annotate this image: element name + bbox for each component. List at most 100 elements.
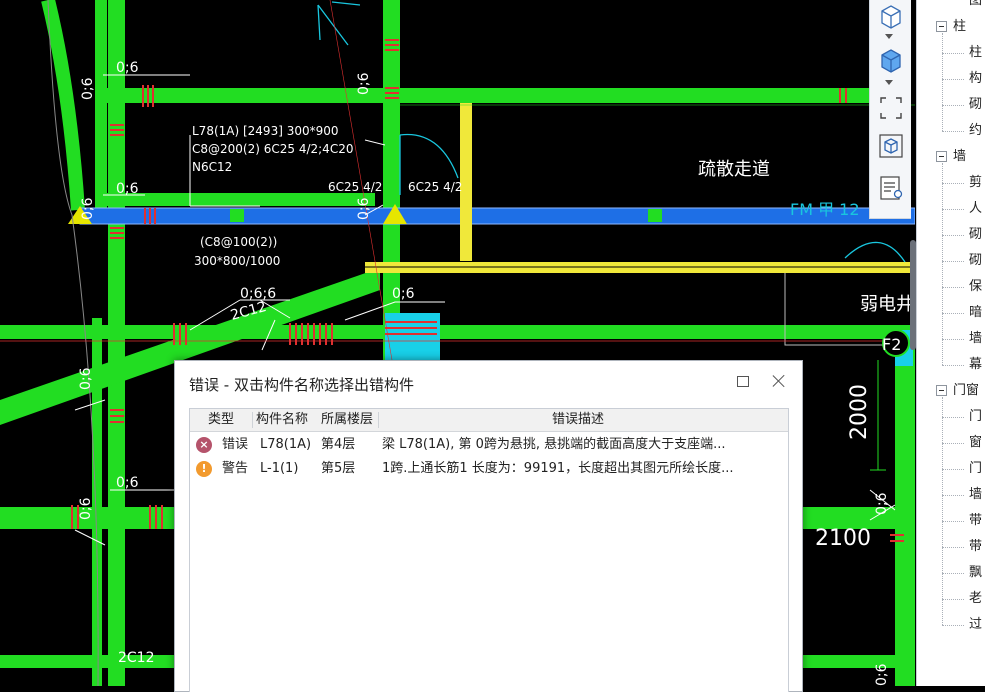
tree-item[interactable]: 带 <box>917 508 985 534</box>
tree-connector <box>942 163 943 365</box>
beam-side-bar-label[interactable]: N6C12 <box>192 160 232 174</box>
tree-item[interactable]: 构 <box>917 66 985 92</box>
fm-tag-label: FM 甲 12 <box>790 200 860 219</box>
column-header-floor[interactable]: 所属楼层 <box>321 409 373 431</box>
dim-2000-label: 2000 <box>847 384 872 440</box>
column-header-desc[interactable]: 错误描述 <box>552 409 604 431</box>
tree-item[interactable]: 老 <box>917 586 985 612</box>
error-cell-name[interactable]: L78(1A) <box>260 433 320 457</box>
wall-thickness-label: 0;6 <box>116 475 139 491</box>
collapse-toggle-icon[interactable] <box>936 151 947 162</box>
tree-category-label: 门窗 <box>953 383 980 398</box>
column-divider[interactable] <box>378 412 379 428</box>
tree-item-label: 带 <box>969 513 983 528</box>
tree-item-label: 门 <box>969 461 983 476</box>
tree-connector <box>942 365 964 366</box>
chevron-down-icon[interactable] <box>885 34 893 39</box>
warning-icon: ! <box>196 461 212 477</box>
tree-connector <box>942 235 964 236</box>
view-toolbar <box>869 0 911 219</box>
rebar-right-label[interactable]: 6C25 4/2 <box>408 180 462 194</box>
error-cell-name[interactable]: L-1(1) <box>260 457 320 481</box>
tree-connector <box>942 547 964 548</box>
orig-section-label[interactable]: 300*800/1000 <box>194 254 280 268</box>
beam-stirrup-label[interactable]: C8@200(2) 6C25 4/2;4C20 <box>192 142 353 156</box>
maximize-icon[interactable] <box>737 376 749 387</box>
error-row[interactable]: ! 警告 L-1(1) 第5层 1跨.上通长筋1 长度为：99191，长度超出其图元所绘… <box>190 457 788 481</box>
component-tree: 图柱柱构砌约墙剪人砌砌保暗墙幕门窗门窗门墙带带飘老过 <box>916 0 985 686</box>
tree-item-label: 窗 <box>969 435 983 450</box>
elec-shaft-label: 弱电井 <box>860 294 914 315</box>
blue-box-icon <box>881 49 901 73</box>
orig-stirrup-label[interactable]: (C8@100(2)) <box>200 235 277 249</box>
tree-connector <box>942 33 943 131</box>
tree-item[interactable]: 砌 <box>917 92 985 118</box>
collapse-toggle-icon[interactable] <box>936 21 947 32</box>
tree-item[interactable]: 过 <box>917 612 985 638</box>
column-header-type[interactable]: 类型 <box>208 409 234 431</box>
error-list-header: 类型 构件名称 所属楼层 错误描述 <box>190 409 788 432</box>
error-row[interactable]: × 错误 L78(1A) 第4层 梁 L78(1A), 第 0跨为悬挑, 悬挑端的截面高… <box>190 433 788 457</box>
tree-item[interactable]: 砌 <box>917 222 985 248</box>
tree-item[interactable]: 墙 <box>917 482 985 508</box>
cyan-column[interactable] <box>385 313 440 363</box>
tree-item-label: 带 <box>969 539 983 554</box>
error-cell-floor: 第4层 <box>321 437 356 452</box>
tree-item-label: 暗 <box>969 305 983 320</box>
tree-item[interactable]: 图 <box>917 0 985 14</box>
tree-item-label: 保 <box>969 279 983 294</box>
tree-category[interactable]: 门窗 <box>917 378 985 404</box>
dialog-titlebar[interactable]: 错误 - 双击构件名称选择出错构件 <box>175 361 802 405</box>
tree-connector <box>942 209 964 210</box>
properties-button[interactable] <box>876 174 906 202</box>
solid-view-button[interactable] <box>876 2 906 30</box>
close-icon[interactable] <box>771 373 787 389</box>
collapse-toggle-icon[interactable] <box>936 385 947 396</box>
blue-box-view-button[interactable] <box>876 46 906 74</box>
error-cell-desc: 梁 L78(1A), 第 0跨为悬挑, 悬挑端的截面高度大于支座端... <box>382 437 726 452</box>
tree-item[interactable]: 幕 <box>917 352 985 378</box>
tree-category-label: 墙 <box>953 149 967 164</box>
select-frame-icon <box>880 97 902 119</box>
tree-item[interactable]: 人 <box>917 196 985 222</box>
tree-item[interactable]: 柱 <box>917 40 985 66</box>
tree-item[interactable]: 暗 <box>917 300 985 326</box>
bar-2c12-label[interactable]: 2C12 <box>118 650 155 666</box>
rebar-left-label[interactable]: 6C25 4/2 <box>328 180 382 194</box>
beam-spec-label[interactable]: L78(1A) [2493] 300*900 <box>192 124 339 138</box>
wall-thickness-label: 0;6 <box>874 663 890 686</box>
tree-item-label: 老 <box>969 591 983 606</box>
tree-connector <box>942 443 964 444</box>
chevron-down-icon[interactable] <box>885 80 893 85</box>
3d-view-button[interactable] <box>876 132 906 160</box>
tree-item[interactable]: 飘 <box>917 560 985 586</box>
tree-category[interactable]: 柱 <box>917 14 985 40</box>
tree-item[interactable]: 带 <box>917 534 985 560</box>
tree-item[interactable]: 剪 <box>917 170 985 196</box>
tree-connector <box>942 183 964 184</box>
column-divider[interactable] <box>252 412 253 428</box>
tree-item-label: 砌 <box>969 253 983 268</box>
wall-thickness-label: 0;6 <box>356 197 372 220</box>
tree-item[interactable]: 门 <box>917 456 985 482</box>
tree-connector <box>942 79 964 80</box>
tree-item[interactable]: 约 <box>917 118 985 144</box>
tree-item[interactable]: 保 <box>917 274 985 300</box>
solid-box-icon <box>881 5 901 29</box>
column-header-name[interactable]: 构件名称 <box>256 409 308 431</box>
frame-select-button[interactable] <box>876 94 906 122</box>
tree-connector <box>942 417 964 418</box>
tree-item[interactable]: 门 <box>917 404 985 430</box>
wall-thickness-label: 0;6 <box>392 286 415 302</box>
tree-item-label: 剪 <box>969 175 983 190</box>
tree-item[interactable]: 砌 <box>917 248 985 274</box>
tree-item-label: 飘 <box>969 565 983 580</box>
tree-item-label: 砌 <box>969 97 983 112</box>
tree-item[interactable]: 墙 <box>917 326 985 352</box>
error-dialog: 错误 - 双击构件名称选择出错构件 类型 构件名称 所属楼层 错误描述 × 错误 L… <box>174 360 803 692</box>
wall-thickness-label: 0;6 <box>78 367 94 390</box>
wall-thickness-label: 0;6 <box>356 72 372 95</box>
tree-item-label: 图 <box>969 0 983 8</box>
tree-item[interactable]: 窗 <box>917 430 985 456</box>
tree-category[interactable]: 墙 <box>917 144 985 170</box>
